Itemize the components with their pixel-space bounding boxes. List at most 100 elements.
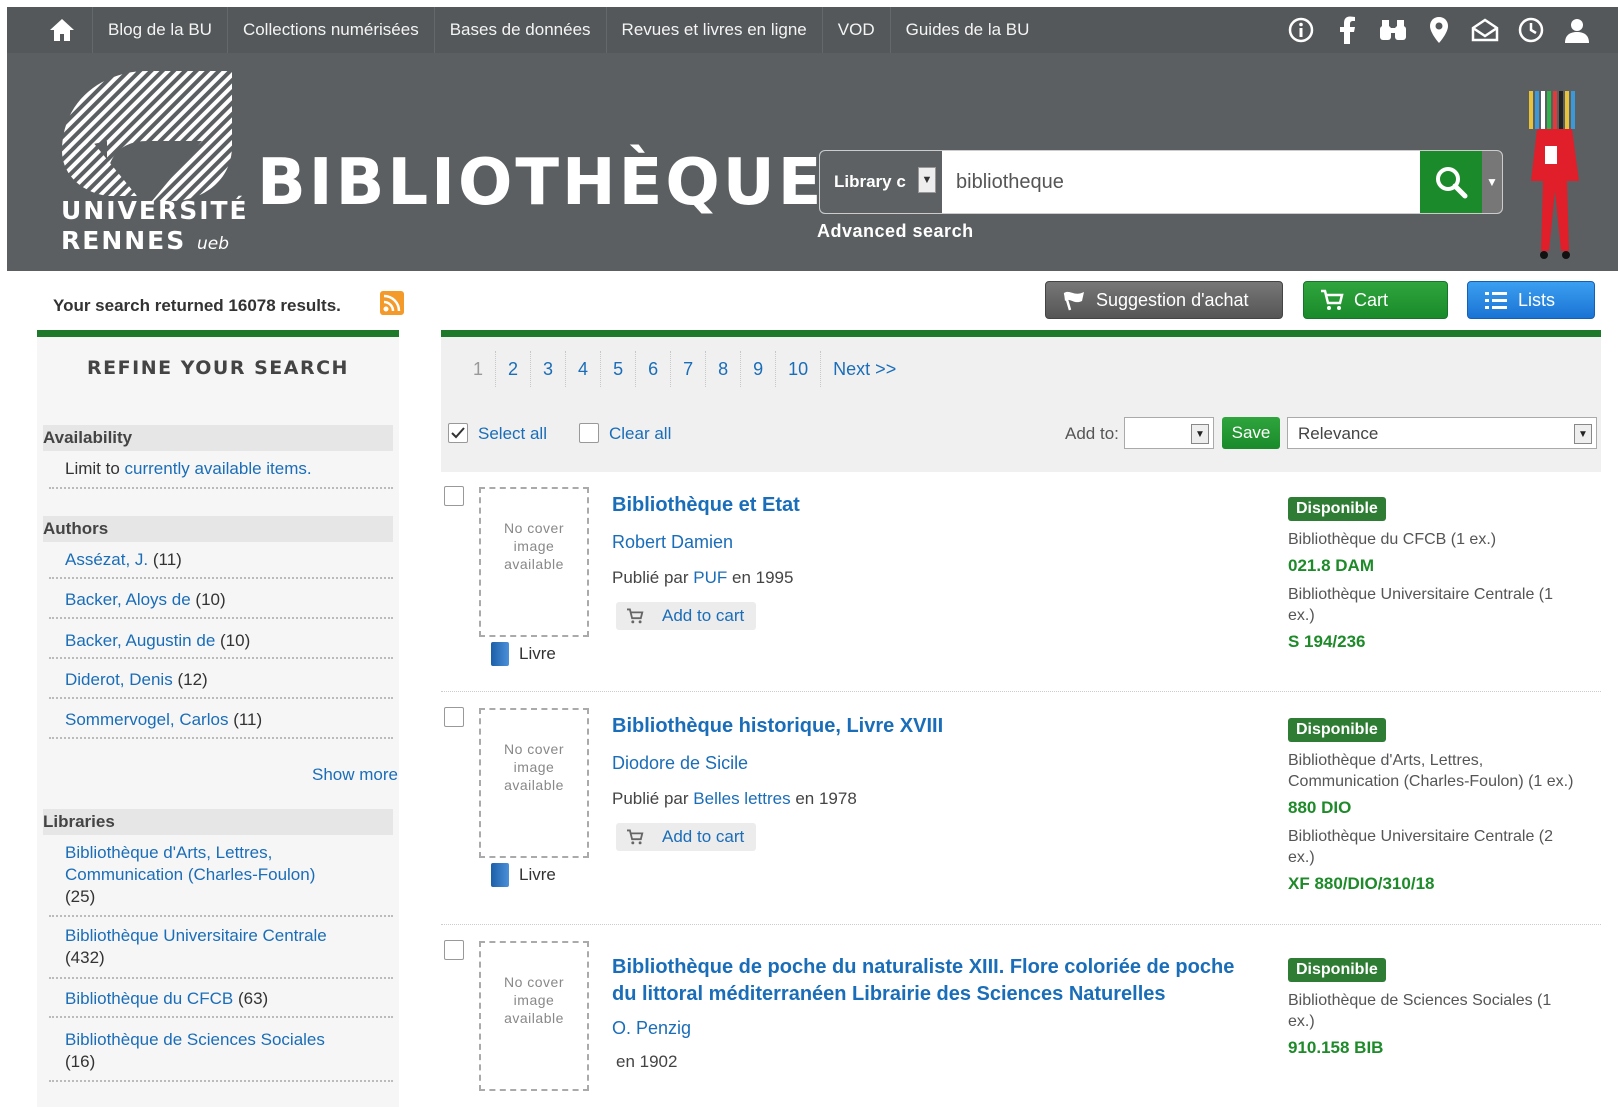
user-icon[interactable] bbox=[1561, 14, 1593, 46]
publisher-link[interactable]: Belles lettres bbox=[693, 789, 790, 808]
logo-rennes: RENNES bbox=[61, 226, 187, 255]
logo-text: UNIVERSITÉ RENNES ueb bbox=[61, 196, 249, 259]
library-link[interactable]: Bibliothèque de Sciences Sociales bbox=[65, 1030, 325, 1049]
author-link[interactable]: Sommervogel, Carlos bbox=[65, 710, 228, 729]
add-to-select[interactable]: ▼ bbox=[1124, 417, 1214, 449]
search-button[interactable] bbox=[1420, 151, 1482, 213]
facet-count: (11) bbox=[152, 550, 182, 569]
divider bbox=[49, 697, 393, 699]
page-link[interactable]: 9 bbox=[741, 351, 777, 387]
result-author-link[interactable]: O. Penzig bbox=[612, 1018, 691, 1039]
search-options-dropdown[interactable]: ▼ bbox=[1482, 151, 1502, 213]
result-checkbox[interactable] bbox=[444, 940, 464, 960]
result-author-link[interactable]: Diodore de Sicile bbox=[612, 753, 748, 774]
rss-icon[interactable] bbox=[380, 291, 404, 315]
page-link[interactable]: 5 bbox=[601, 351, 637, 387]
search-scope-label: Library c bbox=[834, 172, 906, 191]
facet-library-item[interactable]: Bibliothèque d'Arts, Lettres, Communicat… bbox=[65, 842, 393, 908]
result-checkbox[interactable] bbox=[444, 707, 464, 727]
facet-library-item[interactable]: Bibliothèque Universitaire Centrale (432) bbox=[65, 925, 393, 969]
author-link[interactable]: Diderot, Denis bbox=[65, 670, 173, 689]
page-link[interactable]: 10 bbox=[776, 351, 822, 387]
home-icon[interactable] bbox=[32, 7, 92, 53]
search-input[interactable]: bibliotheque bbox=[942, 171, 1420, 194]
holding-library: Bibliothèque de Sciences Sociales (1 ex.… bbox=[1288, 992, 1552, 1030]
add-to-cart-label: Add to cart bbox=[662, 606, 745, 625]
call-number: S 194/236 bbox=[1288, 632, 1366, 651]
clock-icon[interactable] bbox=[1515, 14, 1547, 46]
nav-blog[interactable]: Blog de la BU bbox=[92, 7, 227, 53]
holding-library: Bibliothèque Universitaire Centrale (2 e… bbox=[1288, 828, 1554, 866]
library-link[interactable]: Bibliothèque du CFCB bbox=[65, 989, 233, 1008]
nav-guides[interactable]: Guides de la BU bbox=[889, 7, 1045, 53]
advanced-search-link[interactable]: Advanced search bbox=[817, 221, 974, 242]
facebook-icon[interactable] bbox=[1331, 14, 1363, 46]
selection-bar: Select all Clear all Add to: ▼ Save Rele… bbox=[441, 409, 1601, 455]
nav-databases[interactable]: Bases de données bbox=[433, 7, 606, 53]
info-icon[interactable] bbox=[1285, 14, 1317, 46]
mail-icon[interactable] bbox=[1469, 14, 1501, 46]
map-pin-icon[interactable] bbox=[1423, 14, 1455, 46]
page-link[interactable]: 2 bbox=[496, 351, 532, 387]
available-items-link[interactable]: currently available items. bbox=[125, 459, 312, 478]
status-badge: Disponible bbox=[1288, 497, 1386, 521]
cart-icon bbox=[627, 608, 644, 624]
next-page-link[interactable]: Next >> bbox=[821, 351, 908, 387]
facet-library-item[interactable]: Bibliothèque du CFCB (63) bbox=[65, 988, 393, 1010]
facet-author-item[interactable]: Assézat, J. (11) bbox=[65, 549, 393, 571]
author-link[interactable]: Backer, Augustin de bbox=[65, 631, 215, 650]
publisher-link[interactable]: PUF bbox=[693, 568, 727, 587]
result-title-link[interactable]: Bibliothèque historique, Livre XVIII bbox=[612, 713, 1252, 740]
clear-all-link[interactable]: Clear all bbox=[609, 424, 671, 444]
facet-author-item[interactable]: Sommervogel, Carlos (11) bbox=[65, 709, 393, 731]
page-current: 1 bbox=[461, 351, 497, 387]
facet-library-item[interactable]: Bibliothèque de Sciences Sociales (16) bbox=[65, 1029, 393, 1073]
lists-label: Lists bbox=[1518, 289, 1556, 310]
clear-all-checkbox[interactable] bbox=[579, 423, 599, 443]
save-button[interactable]: Save bbox=[1222, 417, 1280, 449]
library-link[interactable]: Bibliothèque Universitaire Centrale bbox=[65, 926, 327, 945]
divider bbox=[49, 657, 393, 659]
pub-suffix: en 1978 bbox=[790, 789, 857, 808]
material-type-label: Livre bbox=[519, 865, 556, 884]
page-link[interactable]: 6 bbox=[636, 351, 672, 387]
add-to-cart-button[interactable]: Add to cart bbox=[616, 602, 756, 630]
nav-journals-books[interactable]: Revues et livres en ligne bbox=[605, 7, 822, 53]
result-checkbox[interactable] bbox=[444, 486, 464, 506]
cart-button[interactable]: Cart bbox=[1303, 281, 1448, 319]
no-cover-placeholder: No cover image available bbox=[479, 708, 589, 858]
show-more-link[interactable]: Show more bbox=[312, 765, 398, 785]
call-number: 880 DIO bbox=[1288, 798, 1352, 817]
page-link[interactable]: 3 bbox=[531, 351, 567, 387]
search-scope-select[interactable]: Library c ▼ bbox=[820, 151, 942, 213]
facet-count: (16) bbox=[65, 1052, 96, 1071]
author-link[interactable]: Assézat, J. bbox=[65, 550, 148, 569]
select-all-link[interactable]: Select all bbox=[478, 424, 547, 444]
library-link[interactable]: Bibliothèque d'Arts, Lettres, Communicat… bbox=[65, 843, 315, 884]
page-link[interactable]: 8 bbox=[706, 351, 742, 387]
facet-author-item[interactable]: Backer, Augustin de (10) bbox=[65, 630, 393, 652]
sort-select[interactable]: Relevance ▼ bbox=[1287, 417, 1597, 449]
suggestion-button[interactable]: Suggestion d'achat bbox=[1045, 281, 1283, 319]
lists-button[interactable]: Lists bbox=[1467, 281, 1595, 319]
divider bbox=[49, 915, 393, 917]
result-author-link[interactable]: Robert Damien bbox=[612, 532, 733, 553]
results-controls: 1 2 3 4 5 6 7 8 9 10 Next >> Select all … bbox=[441, 337, 1601, 472]
result-title-link[interactable]: Bibliothèque et Etat bbox=[612, 492, 1252, 519]
page-link[interactable]: 7 bbox=[671, 351, 707, 387]
result-title-link[interactable]: Bibliothèque de poche du naturaliste XII… bbox=[612, 954, 1252, 1008]
select-all-checkbox[interactable] bbox=[448, 423, 468, 443]
nav-collections[interactable]: Collections numérisées bbox=[226, 7, 434, 53]
page-link[interactable]: 4 bbox=[566, 351, 602, 387]
pub-prefix: Publié par bbox=[612, 568, 694, 587]
chevron-down-icon[interactable]: ▼ bbox=[918, 167, 936, 193]
binoculars-icon[interactable] bbox=[1377, 14, 1409, 46]
nav-vod[interactable]: VOD bbox=[821, 7, 890, 53]
site-title: BIBLIOTHÈQUES bbox=[257, 146, 874, 220]
suggestion-label: Suggestion d'achat bbox=[1096, 289, 1249, 310]
facet-author-item[interactable]: Diderot, Denis (12) bbox=[65, 669, 393, 691]
author-link[interactable]: Backer, Aloys de bbox=[65, 590, 191, 609]
facet-author-item[interactable]: Backer, Aloys de (10) bbox=[65, 589, 393, 611]
add-to-cart-button[interactable]: Add to cart bbox=[616, 823, 756, 851]
material-type: Livre bbox=[491, 863, 556, 887]
